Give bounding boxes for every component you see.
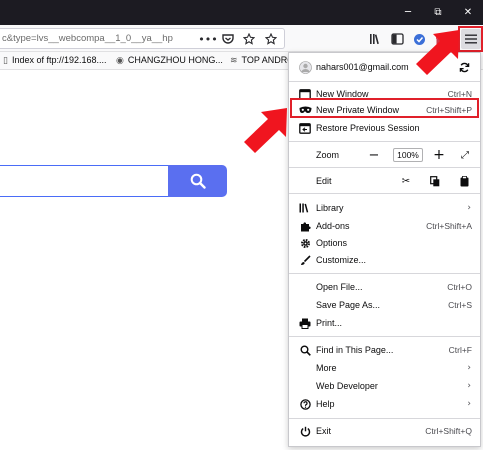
- sidebar-icon[interactable]: [388, 30, 406, 48]
- chevron-right-icon: ›: [467, 203, 471, 213]
- page-icon: ▯: [3, 56, 8, 66]
- gear-icon: [298, 236, 312, 250]
- bookmark-item[interactable]: ◉ CHANGZHOU HONG...: [116, 55, 223, 66]
- hamburger-highlight-box: [458, 26, 483, 52]
- annotation-arrow-icon: [416, 30, 459, 75]
- url-bar[interactable]: c&type=lvs__webcompa__1_0__ya__hp •••: [0, 28, 285, 49]
- menu-separator: [289, 81, 480, 82]
- menu-item-open-file[interactable]: Open File... Ctrl+O: [289, 277, 480, 297]
- bookmark-item[interactable]: ≋ TOP ANDROI: [230, 55, 297, 66]
- annotation-arrow-icon: [244, 108, 287, 153]
- pocket-icon[interactable]: [220, 31, 236, 47]
- menu-separator: [289, 141, 480, 142]
- menu-item-restore-session[interactable]: Restore Previous Session: [289, 118, 480, 138]
- search-icon: [298, 343, 312, 357]
- dots-icon[interactable]: •••: [198, 31, 217, 47]
- fullscreen-button[interactable]: ⤢: [458, 145, 472, 165]
- menu-item-zoom: Zoom − 100% + ⤢: [289, 145, 480, 165]
- restore-session-icon: [298, 121, 312, 135]
- restore-button[interactable]: ⧉: [423, 0, 453, 25]
- url-text[interactable]: c&type=lvs__webcompa__1_0__ya__hp: [2, 33, 192, 44]
- chevron-right-icon: ›: [467, 363, 471, 373]
- library-icon[interactable]: [367, 30, 385, 48]
- menu-item-customize[interactable]: Customize...: [289, 250, 480, 270]
- menu-item-save-page[interactable]: Save Page As... Ctrl+S: [289, 295, 480, 315]
- menu-item-exit[interactable]: Exit Ctrl+Shift+Q: [289, 421, 480, 441]
- paste-button[interactable]: [457, 171, 471, 191]
- search-button[interactable]: [168, 165, 227, 197]
- menu-separator: [289, 273, 480, 274]
- zoom-reset-button[interactable]: 100%: [393, 145, 423, 165]
- library-icon: [298, 201, 312, 215]
- paste-icon: [460, 175, 468, 186]
- power-icon: [298, 424, 312, 438]
- bookmark-item[interactable]: ▯ Index of ftp://192.168....: [3, 55, 107, 66]
- chevron-right-icon: ›: [467, 399, 471, 409]
- bookmark-icon[interactable]: [241, 31, 257, 47]
- menu-item-web-developer[interactable]: Web Developer ›: [289, 376, 480, 396]
- menu-item-library[interactable]: Library ›: [289, 198, 480, 218]
- printer-icon: [298, 316, 312, 330]
- wifi-icon: ≋: [230, 56, 238, 66]
- chevron-right-icon: ›: [467, 381, 471, 391]
- menu-item-edit: Edit ✂: [289, 171, 480, 191]
- menu-separator: [289, 167, 480, 168]
- menu-item-find[interactable]: Find in This Page... Ctrl+F: [289, 340, 480, 360]
- cut-button[interactable]: ✂: [399, 171, 413, 191]
- globe-icon: ◉: [116, 56, 124, 66]
- menu-item-print[interactable]: Print...: [289, 313, 480, 333]
- puzzle-icon: [298, 219, 312, 233]
- menu-item-more[interactable]: More ›: [289, 358, 480, 378]
- paintbrush-icon: [298, 253, 312, 267]
- minimize-button[interactable]: ─: [393, 0, 423, 25]
- copy-button[interactable]: [428, 171, 442, 191]
- help-icon: [298, 397, 312, 411]
- menu-separator: [289, 336, 480, 337]
- private-window-highlight-box: [290, 98, 479, 118]
- title-bar: ─ ⧉ ✕: [0, 0, 483, 25]
- menu-item-help[interactable]: Help ›: [289, 394, 480, 414]
- zoom-out-button[interactable]: −: [367, 145, 381, 165]
- avatar-icon: [298, 60, 312, 74]
- close-button[interactable]: ✕: [453, 0, 483, 25]
- zoom-in-button[interactable]: +: [432, 145, 446, 165]
- menu-separator: [289, 193, 480, 194]
- copy-icon: [430, 175, 440, 186]
- star-icon[interactable]: [263, 31, 279, 47]
- search-input[interactable]: [0, 165, 170, 197]
- search-icon: [190, 173, 206, 189]
- menu-separator: [289, 418, 480, 419]
